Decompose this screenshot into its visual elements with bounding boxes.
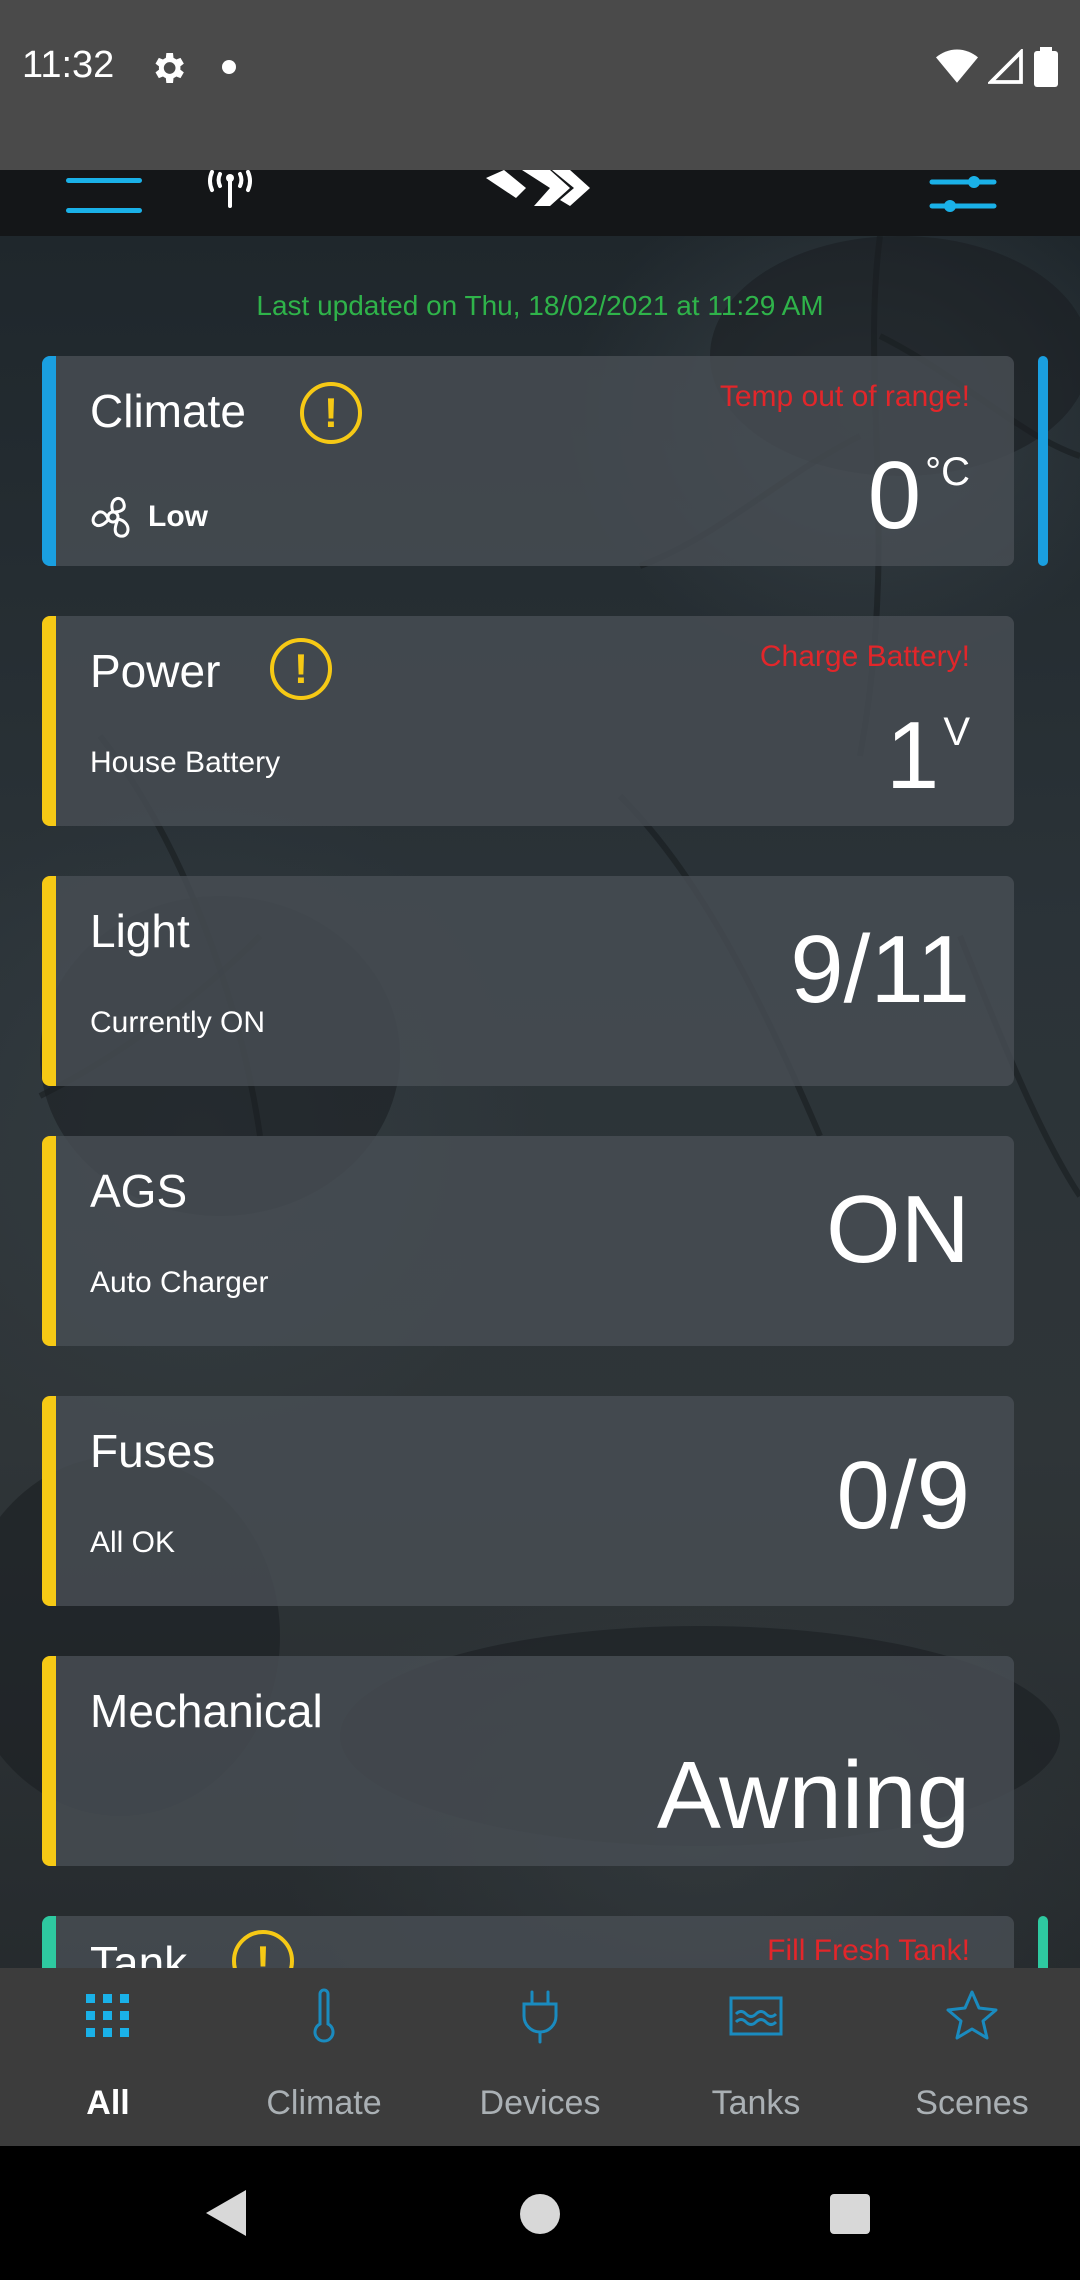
card-title: Fuses bbox=[90, 1425, 216, 1477]
back-icon[interactable] bbox=[206, 2190, 246, 2236]
menu-button[interactable] bbox=[66, 178, 142, 224]
connection-signal-icon[interactable] bbox=[190, 170, 270, 230]
nav-label: Tanks bbox=[711, 2084, 801, 2122]
card-subtitle: House Battery bbox=[90, 746, 281, 779]
card-title: AGS bbox=[90, 1165, 188, 1217]
last-updated-text: Last updated on Thu, 18/02/2021 at 11:29… bbox=[256, 290, 824, 321]
card-accent-bar bbox=[42, 1136, 56, 1346]
cell-signal-icon bbox=[988, 49, 1023, 84]
fan-speed: Low bbox=[88, 492, 208, 542]
card-value: ON bbox=[826, 1176, 970, 1283]
card-value: Awning bbox=[656, 1742, 970, 1849]
nav-label: All bbox=[86, 2084, 130, 2122]
tank-side-indicator bbox=[1038, 1916, 1048, 1968]
nav-tab-all[interactable]: All bbox=[0, 1968, 216, 2146]
nav-tab-devices[interactable]: Devices bbox=[432, 1968, 648, 2146]
nav-tab-scenes[interactable]: Scenes bbox=[864, 1968, 1080, 2146]
voltage-unit: V bbox=[943, 710, 970, 754]
tank-waves-icon bbox=[729, 1996, 783, 2036]
card-value: 0 °C bbox=[868, 448, 970, 544]
grid-icon bbox=[86, 1994, 129, 2037]
plug-icon bbox=[522, 1990, 558, 2044]
wifi-icon bbox=[936, 49, 978, 83]
card-title: Climate bbox=[90, 385, 246, 437]
climate-temperature: 0 bbox=[867, 442, 922, 549]
card-value: 9/11 bbox=[790, 916, 970, 1023]
status-time: 11:32 bbox=[22, 44, 115, 86]
mechanical-card[interactable]: Mechanical Awning bbox=[42, 1656, 1014, 1866]
fan-icon bbox=[91, 496, 130, 538]
battery-icon bbox=[1034, 47, 1058, 87]
settings-gear-icon bbox=[155, 53, 184, 83]
temperature-unit: °C bbox=[925, 450, 970, 494]
card-value: 1V bbox=[886, 708, 970, 804]
fuses-card[interactable]: Fuses All OK 0/9 bbox=[42, 1396, 1014, 1606]
fan-speed-label: Low bbox=[148, 500, 208, 533]
climate-card[interactable]: Climate ! Temp out of range! Low 0 °C bbox=[42, 356, 1014, 566]
nav-label: Devices bbox=[479, 2084, 601, 2122]
card-alert: Temp out of range! bbox=[719, 380, 970, 413]
notification-dot-icon bbox=[222, 60, 236, 74]
system-navigation-bar bbox=[0, 2146, 1080, 2280]
nav-tab-tanks[interactable]: Tanks bbox=[648, 1968, 864, 2146]
warning-icon: ! bbox=[232, 1930, 294, 1968]
status-icons bbox=[936, 44, 1058, 90]
status-bar: 11:32 bbox=[0, 0, 1080, 170]
card-subtitle: Auto Charger bbox=[90, 1266, 269, 1299]
card-accent-bar bbox=[42, 1396, 56, 1606]
card-accent-bar bbox=[42, 1916, 56, 1968]
thermometer-icon bbox=[313, 1988, 335, 2043]
battery-voltage: 1 bbox=[885, 702, 940, 809]
warning-icon: ! bbox=[300, 382, 362, 444]
power-card[interactable]: Power ! Charge Battery! House Battery 1V bbox=[42, 616, 1014, 826]
card-title: Mechanical bbox=[90, 1685, 323, 1737]
app-header bbox=[0, 170, 1080, 236]
warning-icon: ! bbox=[270, 638, 332, 700]
card-title: Tank bbox=[90, 1937, 188, 1968]
card-title: Light bbox=[90, 905, 190, 957]
card-alert: Fill Fresh Tank! bbox=[767, 1934, 970, 1967]
ags-card[interactable]: AGS Auto Charger ON bbox=[42, 1136, 1014, 1346]
climate-side-indicator bbox=[1038, 356, 1048, 566]
card-alert: Charge Battery! bbox=[759, 640, 970, 673]
card-title: Power bbox=[90, 645, 221, 697]
card-accent-bar bbox=[42, 356, 56, 566]
nav-label: Scenes bbox=[915, 2084, 1029, 2122]
bottom-navigation: All Climate Devices Tanks Scenes bbox=[0, 1968, 1080, 2146]
card-accent-bar bbox=[42, 1656, 56, 1866]
tank-card[interactable]: Tank ! Fill Fresh Tank! bbox=[42, 1916, 1014, 1968]
card-accent-bar bbox=[42, 876, 56, 1086]
light-card[interactable]: Light Currently ON 9/11 bbox=[42, 876, 1014, 1086]
home-icon[interactable] bbox=[520, 2194, 560, 2234]
brand-logo-icon bbox=[486, 170, 590, 206]
star-icon bbox=[946, 1990, 998, 2040]
nav-tab-climate[interactable]: Climate bbox=[216, 1968, 432, 2146]
card-accent-bar bbox=[42, 616, 56, 826]
card-subtitle: All OK bbox=[90, 1526, 176, 1559]
filter-sliders-icon[interactable] bbox=[928, 174, 998, 224]
card-value: 0/9 bbox=[836, 1442, 970, 1549]
card-subtitle: Currently ON bbox=[90, 1006, 266, 1039]
nav-label: Climate bbox=[266, 2084, 382, 2122]
recent-apps-icon[interactable] bbox=[830, 2194, 870, 2234]
